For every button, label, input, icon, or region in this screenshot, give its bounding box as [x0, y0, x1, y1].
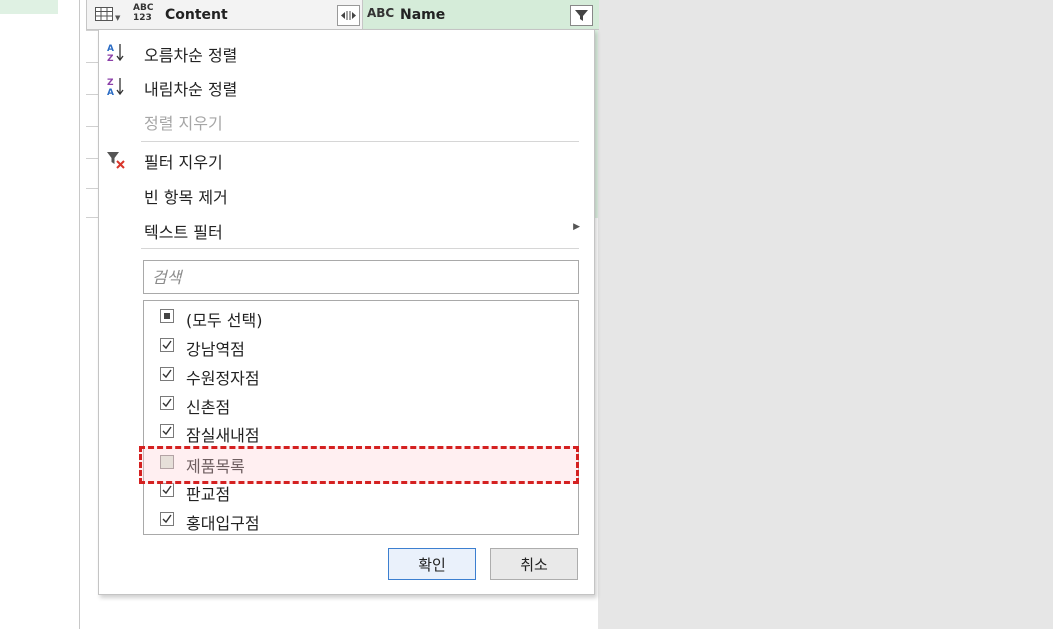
list-item[interactable]: 신촌점: [144, 390, 578, 418]
search-box[interactable]: [143, 260, 579, 294]
check-icon: [162, 485, 172, 495]
grid-row-lines: [86, 30, 98, 218]
menu-clear-filter[interactable]: 필터 지우기: [99, 142, 594, 174]
list-item-unchecked[interactable]: 제품목록: [144, 449, 578, 477]
sort-descending-icon: Z A: [107, 78, 124, 97]
checkbox-checked[interactable]: [160, 367, 174, 381]
menu-text-filters[interactable]: 텍스트 필터 ▶: [99, 212, 594, 244]
check-icon: [162, 426, 172, 436]
menu-sort-descending[interactable]: Z A 내림차순 정렬: [99, 69, 594, 101]
selected-query-strip[interactable]: [0, 0, 58, 14]
sort-ascending-icon: A Z: [107, 44, 124, 63]
check-icon: [162, 398, 172, 408]
menu-clear-sort: 정렬 지우기: [144, 114, 223, 133]
checkbox-indeterminate[interactable]: [160, 309, 174, 323]
svg-text:Z: Z: [107, 78, 114, 88]
list-item[interactable]: 강남역점: [144, 332, 578, 360]
filter-dropdown-menu: A Z 오름차순 정렬 Z A 내림차순 정렬 정렬 지우기 필터 지우기 빈 …: [98, 29, 595, 595]
submenu-arrow-icon: ▶: [573, 222, 580, 232]
checkbox-checked[interactable]: [160, 424, 174, 438]
svg-text:A: A: [107, 88, 114, 97]
search-input[interactable]: [150, 261, 574, 293]
filter-icon: [575, 10, 588, 21]
value-list[interactable]: (모두 선택) 강남역점 수원정자점 신촌점 잠실새내점 제품목록 판교점 홍대…: [143, 300, 579, 535]
left-pane: [0, 0, 80, 629]
column-title-name: Name: [400, 7, 446, 23]
list-item[interactable]: 잠실새내점: [144, 418, 578, 446]
column-header-content[interactable]: ▼ ABC 123 Content: [87, 0, 363, 29]
menu-separator: [141, 248, 579, 249]
checkbox-checked[interactable]: [160, 512, 174, 526]
column-header-name[interactable]: ABC Name: [363, 0, 599, 29]
type-text-icon[interactable]: ABC: [367, 6, 394, 20]
type-any-icon[interactable]: ABC 123: [133, 3, 153, 23]
grid-header: ▼ ABC 123 Content ABC Name: [86, 0, 599, 30]
checkbox-unchecked[interactable]: [160, 455, 174, 469]
expand-icon: [341, 11, 356, 20]
checkbox-checked[interactable]: [160, 338, 174, 352]
menu-remove-empty[interactable]: 빈 항목 제거: [99, 177, 594, 209]
svg-text:Z: Z: [107, 54, 114, 63]
cancel-button[interactable]: 취소: [490, 548, 578, 580]
expand-column-button[interactable]: [337, 5, 360, 26]
menu-sort-ascending[interactable]: A Z 오름차순 정렬: [99, 35, 594, 67]
check-icon: [162, 340, 172, 350]
chevron-down-icon[interactable]: ▼: [115, 14, 120, 22]
check-icon: [162, 369, 172, 379]
list-item[interactable]: 홍대입구점: [144, 506, 578, 534]
checkbox-checked[interactable]: [160, 483, 174, 497]
column-title-content: Content: [165, 7, 228, 23]
svg-text:A: A: [107, 44, 114, 54]
clear-filter-icon: [107, 152, 125, 169]
list-item[interactable]: 판교점: [144, 477, 578, 505]
list-item[interactable]: 수원정자점: [144, 361, 578, 389]
filter-button[interactable]: [570, 5, 593, 26]
table-icon[interactable]: [95, 7, 113, 21]
check-icon: [162, 514, 172, 524]
list-item-select-all[interactable]: (모두 선택): [144, 303, 578, 331]
checkbox-checked[interactable]: [160, 396, 174, 410]
ok-button[interactable]: 확인: [388, 548, 476, 580]
